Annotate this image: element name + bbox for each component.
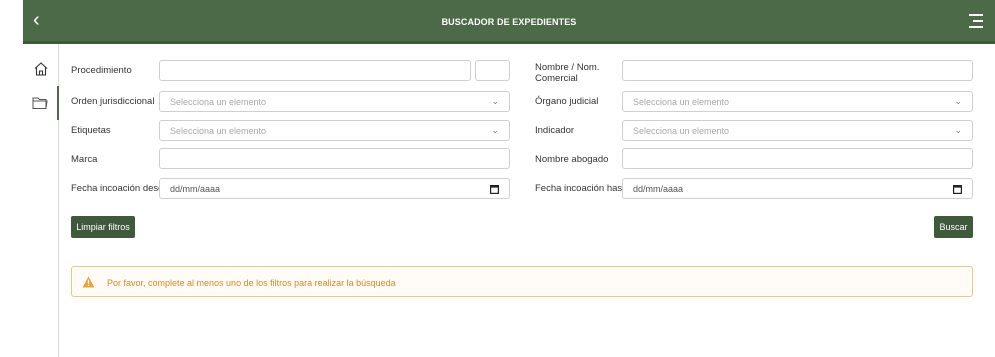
marca-input[interactable] [159, 148, 510, 169]
organo-select[interactable]: Selecciona un elemento ⌄ [622, 91, 973, 112]
fecha-hasta-input[interactable]: dd/mm/aaaa [622, 178, 973, 199]
abogado-label: Nombre abogado [535, 154, 609, 165]
fecha-desde-placeholder: dd/mm/aaaa [170, 184, 221, 194]
fecha-desde-label: Fecha incoación desde [71, 183, 169, 194]
alert-message: Por favor, complete al menos uno de los … [107, 278, 396, 288]
chevron-down-icon: ⌄ [954, 125, 962, 135]
search-button[interactable]: Buscar [934, 216, 973, 238]
nombre-label: Nombre / Nom. Comercial [535, 62, 600, 84]
warning-icon [82, 276, 95, 288]
hamburger-menu-icon[interactable] [967, 13, 983, 29]
app-header: ‹ BUSCADOR DE EXPEDIENTES [23, 0, 995, 44]
orden-label: Orden jurisdiccional [71, 96, 155, 107]
indicador-label: Indicador [535, 125, 575, 136]
etiquetas-label: Etiquetas [71, 125, 111, 136]
chevron-down-icon: ⌄ [491, 96, 499, 106]
clear-filters-button[interactable]: Limpiar filtros [71, 216, 135, 238]
fecha-hasta-label: Fecha incoación hasta [535, 183, 631, 194]
page-title: BUSCADOR DE EXPEDIENTES [441, 17, 577, 27]
fecha-desde-input[interactable]: dd/mm/aaaa [159, 178, 510, 199]
nombre-input[interactable] [622, 60, 973, 81]
folder-icon [32, 97, 48, 109]
orden-placeholder: Selecciona un elemento [170, 97, 267, 107]
sidebar [23, 44, 59, 357]
procedimiento-year-input[interactable] [475, 60, 510, 81]
calendar-icon[interactable] [953, 185, 962, 194]
etiquetas-placeholder: Selecciona un elemento [170, 126, 267, 136]
organo-placeholder: Selecciona un elemento [633, 97, 730, 107]
fecha-hasta-placeholder: dd/mm/aaaa [633, 184, 684, 194]
procedimiento-label: Procedimiento [71, 65, 132, 76]
warning-alert: Por favor, complete al menos uno de los … [71, 266, 973, 297]
home-icon [34, 62, 48, 76]
marca-label: Marca [71, 154, 98, 165]
organo-label: Órgano judicial [535, 96, 599, 107]
abogado-input[interactable] [622, 148, 973, 169]
sidebar-item-home[interactable] [23, 52, 59, 86]
sidebar-item-folder[interactable] [23, 86, 59, 120]
indicador-placeholder: Selecciona un elemento [633, 126, 730, 136]
chevron-down-icon: ⌄ [954, 96, 962, 106]
orden-select[interactable]: Selecciona un elemento ⌄ [159, 91, 510, 112]
calendar-icon[interactable] [490, 185, 499, 194]
etiquetas-select[interactable]: Selecciona un elemento ⌄ [159, 120, 510, 141]
chevron-down-icon: ⌄ [491, 125, 499, 135]
indicador-select[interactable]: Selecciona un elemento ⌄ [622, 120, 973, 141]
search-form: Procedimiento Nombre / Nom. Comercial Or… [60, 44, 995, 357]
procedimiento-input[interactable] [159, 60, 471, 81]
